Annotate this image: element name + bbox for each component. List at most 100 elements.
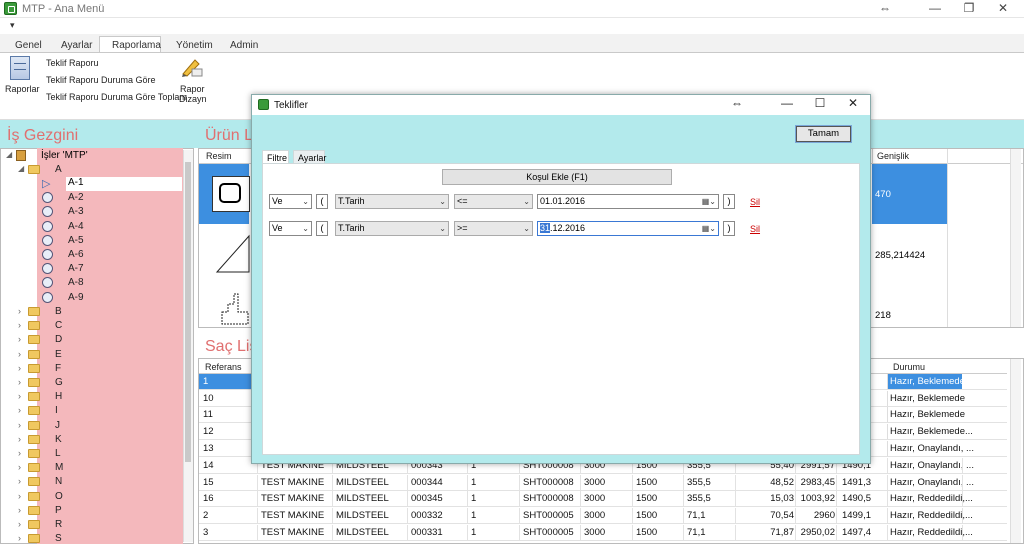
tree-scroll-thumb[interactable]	[185, 162, 191, 462]
expand-icon[interactable]: ›	[18, 320, 21, 330]
expand-icon[interactable]: ›	[18, 491, 21, 501]
tree-folder[interactable]: › I	[0, 404, 183, 418]
collapse-icon[interactable]: ◢	[18, 164, 24, 173]
genislik-column-header[interactable]: Genişlik	[877, 151, 909, 161]
tree-leaf[interactable]: A-9	[0, 291, 183, 305]
raporlar-label[interactable]: Raporlar	[5, 84, 40, 94]
tree-folder[interactable]: › P	[0, 504, 183, 518]
tab-admin[interactable]: Admin	[230, 40, 258, 51]
tree-folder[interactable]: › G	[0, 376, 183, 390]
open-paren-field[interactable]: (	[316, 194, 328, 209]
expand-icon[interactable]: ›	[18, 377, 21, 387]
tab-ayarlar[interactable]: Ayarlar	[61, 40, 93, 51]
rapor-label[interactable]: Rapor	[180, 84, 205, 94]
operator-select[interactable]: >= ⌄	[454, 221, 533, 236]
resize-arrows-icon[interactable]: ⇔	[868, 0, 902, 18]
close-button[interactable]: ✕	[986, 0, 1020, 18]
tree-folder[interactable]: › H	[0, 390, 183, 404]
tab-yonetim[interactable]: Yönetim	[176, 40, 213, 51]
dialog-close-button[interactable]: ✕	[843, 96, 863, 114]
table-row[interactable]: 2 TEST MAKINE MILDSTEEL 000332 1 SHT000005 300…	[199, 508, 1007, 525]
sil-link[interactable]: Sil	[750, 197, 760, 207]
expand-icon[interactable]: ›	[18, 405, 21, 415]
tree-folder[interactable]: › L	[0, 447, 183, 461]
close-paren-field[interactable]: )	[723, 194, 735, 209]
expand-icon[interactable]: ›	[18, 519, 21, 529]
expand-icon[interactable]: ›	[18, 448, 21, 458]
tree-leaf[interactable]: A-6	[0, 248, 183, 262]
minimize-button[interactable]: —	[918, 0, 952, 18]
tree-leaf-label[interactable]: A-1	[68, 177, 84, 188]
teklif-raporu-durum-item[interactable]: Teklif Raporu Duruma Göre	[46, 75, 156, 85]
tab-genel[interactable]: Genel	[15, 40, 42, 51]
expand-icon[interactable]: ›	[18, 462, 21, 472]
tree-folder[interactable]: › N	[0, 475, 183, 489]
tree-folder[interactable]: › E	[0, 348, 183, 362]
date-input[interactable]: 31.12.2016 ▦⌄	[537, 221, 719, 236]
kosul-ekle-button[interactable]: Koşul Ekle (F1)	[442, 169, 672, 185]
date-input[interactable]: 01.01.2016 ▦⌄	[537, 194, 719, 209]
table-row[interactable]: 3 TEST MAKINE MILDSTEEL 000331 1 SHT000005 300…	[199, 524, 1007, 541]
tree-root-label[interactable]: İşler 'MTP'	[41, 150, 88, 161]
table-row[interactable]: 15 TEST MAKINE MILDSTEEL 000344 1 SHT000008 30…	[199, 474, 1007, 491]
tab-dialog-ayarlar[interactable]: Ayarlar	[293, 150, 326, 164]
tree-folder[interactable]: › K	[0, 433, 183, 447]
tree-folder[interactable]: › J	[0, 419, 183, 433]
tree-folder[interactable]: › M	[0, 461, 183, 475]
expand-icon[interactable]: ›	[18, 505, 21, 515]
operator-select[interactable]: <= ⌄	[454, 194, 533, 209]
dialog-minimize-button[interactable]: —	[777, 96, 797, 114]
tree-folder[interactable]: › B	[0, 305, 183, 319]
tree-folder[interactable]: › C	[0, 319, 183, 333]
tree-leaf[interactable]: A-2	[0, 191, 183, 205]
maximize-button[interactable]: ❐	[952, 0, 986, 18]
logic-select[interactable]: Ve ⌄	[269, 221, 312, 236]
tree-folder[interactable]: › F	[0, 362, 183, 376]
dialog-maximize-button[interactable]: ☐	[810, 96, 830, 114]
tree-leaf[interactable]: A-5	[0, 234, 183, 248]
tree-leaf[interactable]: A-4	[0, 220, 183, 234]
expand-root-icon[interactable]: ◢	[6, 150, 12, 159]
sheet-grid-scrollbar[interactable]	[1010, 359, 1021, 543]
expand-icon[interactable]: ›	[18, 349, 21, 359]
logic-select[interactable]: Ve ⌄	[269, 194, 312, 209]
expand-icon[interactable]: ›	[18, 533, 21, 543]
referans-column-header[interactable]: Referans	[205, 362, 242, 372]
open-paren-field[interactable]: (	[316, 221, 328, 236]
tree-folder[interactable]: › D	[0, 333, 183, 347]
tree-folder[interactable]: › R	[0, 518, 183, 532]
field-select[interactable]: T.Tarih ⌄	[335, 194, 449, 209]
expand-icon[interactable]: ›	[18, 434, 21, 444]
calendar-dropdown-icon[interactable]: ▦⌄	[702, 195, 716, 208]
tab-raporlama[interactable]: Raporlama	[112, 40, 161, 51]
tab-filtre[interactable]: Filtre	[262, 150, 289, 164]
expand-icon[interactable]: ›	[18, 391, 21, 401]
table-row[interactable]: 16 TEST MAKINE MILDSTEEL 000345 1 SHT000008 30…	[199, 491, 1007, 508]
teklif-raporu-durum-toplam-item[interactable]: Teklif Raporu Duruma Göre Toplam	[46, 92, 187, 102]
tree-folder[interactable]: › O	[0, 490, 183, 504]
sil-link[interactable]: Sil	[750, 224, 760, 234]
tree-leaf[interactable]: A-3	[0, 205, 183, 219]
tree-leaf[interactable]: A-7	[0, 262, 183, 276]
resize-arrows-icon[interactable]: ⇔	[727, 96, 747, 114]
product-grid-scrollbar[interactable]	[1010, 149, 1021, 327]
expand-icon[interactable]: ›	[18, 476, 21, 486]
close-paren-field[interactable]: )	[723, 221, 735, 236]
report-design-icon[interactable]	[180, 56, 204, 78]
expand-icon[interactable]: ›	[18, 306, 21, 316]
teklif-raporu-item[interactable]: Teklif Raporu	[46, 58, 99, 68]
expand-icon[interactable]: ›	[18, 420, 21, 430]
tree-leaf[interactable]: A-8	[0, 276, 183, 290]
durumu-column-header[interactable]: Durumu	[893, 362, 925, 372]
folder-icon	[28, 520, 40, 529]
tamam-button[interactable]: Tamam	[795, 125, 852, 143]
tree-folder-a[interactable]: ◢ A	[0, 163, 183, 177]
calendar-dropdown-icon[interactable]: ▦⌄	[702, 222, 716, 235]
resim-column-header[interactable]: Resim	[206, 151, 232, 161]
expand-icon[interactable]: ›	[18, 334, 21, 344]
field-select[interactable]: T.Tarih ⌄	[335, 221, 449, 236]
expand-icon[interactable]: ›	[18, 363, 21, 373]
quick-access-dropdown-icon[interactable]: ▾	[10, 20, 15, 31]
dizayn-label[interactable]: Dizayn	[179, 94, 207, 104]
reports-icon[interactable]	[10, 56, 30, 80]
